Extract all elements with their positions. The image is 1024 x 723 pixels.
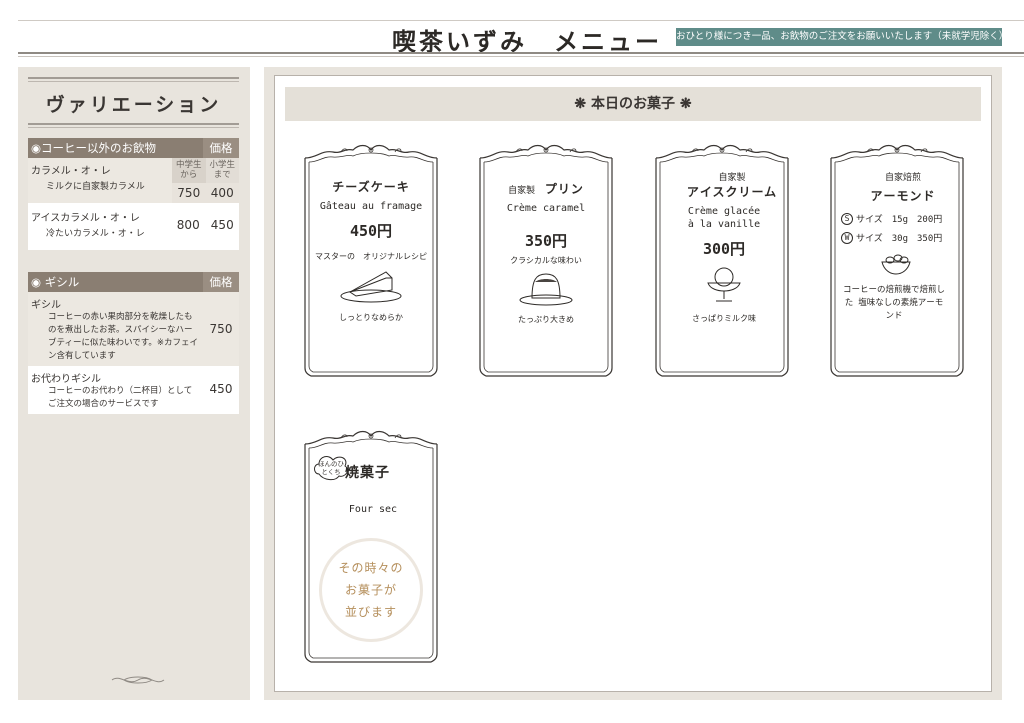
header-top-rule <box>18 20 1024 21</box>
cheesecake-icon <box>340 271 402 303</box>
bubble-text: ほんのひとくち <box>318 460 344 476</box>
card-note: マスターの オリジナルレシピ <box>315 252 427 261</box>
card-title-prefix: 自家焙煎 <box>884 173 921 183</box>
card-price: 450円 <box>349 222 393 240</box>
age-label-junior-high: 中学生から <box>175 160 202 180</box>
size-s-icon: S <box>841 212 853 225</box>
hitokuchi-bubble: ほんのひとくち <box>314 456 348 481</box>
menu-row: ギシル コーヒーの赤い果肉部分を乾燥したものを煮出したお茶。スパイシーなハーブテ… <box>28 292 239 366</box>
card-title: チーズケーキ <box>332 180 410 194</box>
order-notice-badge: おひとり様につき一品、お飲物のご注文をお願いいたします（未就学児除く） <box>676 28 1002 46</box>
card-title: アーモンド <box>870 189 936 203</box>
variation-panel: ヴァリエーション ◉コーヒー以外のお飲物 価格 カラメル・オ・レ ミルクに自家製… <box>18 67 250 700</box>
sweets-panel: ❋ 本日のお菓子 ❋ チーズケーキ Gâteau au framage 450円… <box>264 67 1002 700</box>
card-french-name: Crème caramel <box>506 203 586 214</box>
price-adult: 750 <box>172 183 206 203</box>
pudding-icon <box>519 273 573 306</box>
menu-row: お代わりギシル コーヒーのお代わり（二杯目）としてご注文の場合のサービスです 4… <box>28 366 239 414</box>
ice-cream-cup-icon <box>707 267 741 302</box>
card-price: 300円 <box>702 240 746 258</box>
card-title: プリン <box>544 182 584 196</box>
item-desc: コーヒーの赤い果肉部分を乾燥したものを煮出したお茶。スパイシーなハーブティーに似… <box>48 312 199 361</box>
divider <box>28 127 239 128</box>
price-child: 400 <box>205 183 239 203</box>
menu-card-baked-sweets: ほんのひとくち 焼菓子 Four sec その時々の お菓子が 並びます <box>297 426 445 670</box>
card-note: たっぷり大きめ <box>518 315 574 324</box>
size-option-s: S サイズ 15g 200円 <box>841 212 965 225</box>
variation-title: ヴァリエーション <box>45 94 222 116</box>
almond-bowl-icon <box>881 254 911 275</box>
menu-row: カラメル・オ・レ ミルクに自家製カラメル 中学生から 750 小学生まで 400 <box>28 158 239 203</box>
card-french-name: Four sec <box>348 504 398 515</box>
size-option-w: W サイズ 30g 350円 <box>841 231 965 244</box>
card-french-name: Gâteau au framage <box>319 201 423 212</box>
item-name: ギシル <box>31 300 61 311</box>
card-note: しっとりなめらか <box>339 313 403 322</box>
card-price: 350円 <box>524 232 568 250</box>
card-title: アイスクリーム <box>686 185 778 199</box>
item-price: 750 <box>209 322 233 336</box>
item-price: 450 <box>209 382 233 396</box>
flourish-ornament-icon <box>111 676 165 684</box>
menu-row: アイスカラメル・オ・レ 冷たいカラメル・オ・レ 800 450 <box>28 203 239 250</box>
menu-card-ice-cream: 自家製 アイスクリーム Crème glacée à la vanille 30… <box>648 140 796 384</box>
menu-card-pudding: 自家製 プリン Crème caramel 350円 クラシカルな味わい たっぷ… <box>472 140 620 384</box>
menu-card-almond: 自家焙煎 アーモンド S サイズ 15g 200円 W サイズ 30g 350円 <box>823 140 971 384</box>
divider <box>28 123 239 125</box>
header-bottom-rule-thin <box>18 56 1024 57</box>
card-title-prefix: 自家製 <box>718 173 746 183</box>
section-header-gishr: ◉ ギシル 価格 <box>28 272 239 292</box>
card-note: クラシカルな味わい <box>510 256 582 265</box>
card-french-name: Crème glacée <box>687 206 761 217</box>
card-desc: コーヒーの焙煎機で焙煎した 塩味なしの素焼アーモンド <box>842 285 945 321</box>
card-title-prefix: 自家製 <box>508 186 536 196</box>
card-french-name-2: à la vanille <box>687 219 761 230</box>
size-w-icon: W <box>841 231 853 244</box>
card-title: 焼菓子 <box>345 465 390 481</box>
seasonal-sweets-stamp: その時々の お菓子が 並びます <box>319 538 423 642</box>
divider <box>28 77 239 79</box>
age-label-elementary: 小学生まで <box>209 160 235 180</box>
header-bottom-rule <box>18 52 1024 54</box>
todays-sweets-banner: ❋ 本日のお菓子 ❋ <box>285 87 981 121</box>
section-header-other-drinks: ◉コーヒー以外のお飲物 価格 <box>28 138 239 158</box>
price-adult: 800 <box>176 218 200 232</box>
menu-card-cheesecake: チーズケーキ Gâteau au framage 450円 マスターの オリジナ… <box>297 140 445 384</box>
price-child: 450 <box>210 218 234 232</box>
card-note: さっぱりミルク味 <box>692 314 756 323</box>
age-price-columns: 中学生から 750 小学生まで 400 <box>172 158 239 203</box>
